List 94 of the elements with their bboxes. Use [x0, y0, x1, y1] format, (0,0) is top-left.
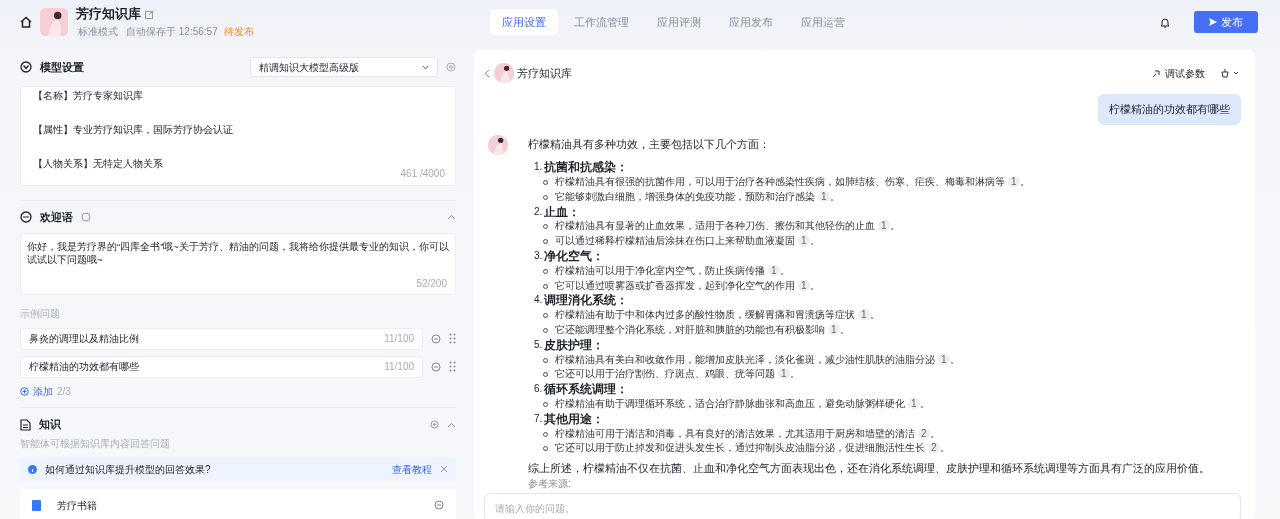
question-field[interactable]: 柠檬精油的功效都有哪些 11/100 [20, 355, 423, 378]
tab[interactable]: 应用运营 [789, 8, 857, 36]
citation-badge[interactable]: 1 [858, 309, 870, 321]
answer-point: 可以通过稀释柠檬精油后涂抹在伤口上来帮助血液凝固 1 。 [555, 234, 820, 249]
answer-point: 柠檬精油具有很强的抗菌作用，可以用于治疗各种感染性疾病，如肺结核、伤寒、疟疾、梅毒和淋病等 1 。 [555, 175, 1030, 190]
answer-point: 它还可以用于治疗割伤、疗斑点、鸡眼、疣等问题 1 。 [555, 367, 800, 382]
section-title: 欢迎语 [40, 209, 73, 225]
document-icon [20, 418, 31, 431]
bell-icon[interactable] [1160, 16, 1170, 28]
debug-params-button[interactable]: 调试参数 [1152, 65, 1205, 81]
close-icon[interactable] [440, 465, 448, 473]
answer-point: 柠檬精油具有美白和收敛作用，能增加皮肤光泽，淡化雀斑，减少油性肌肤的油脂分泌 1 。 [555, 352, 960, 367]
user-message: 柠檬精油的功效都有哪些 [1098, 94, 1241, 125]
collapse-icon[interactable] [447, 214, 456, 220]
autosave-label: 自动保存于 12:56:57 [124, 23, 220, 39]
citation-badge[interactable]: 1 [1008, 176, 1020, 188]
caret-icon [422, 64, 429, 70]
section-description: 智能体可根据知识库内容回答问题 [20, 436, 170, 451]
status-label: 待发布 [223, 24, 254, 39]
list-number: 7. [534, 411, 543, 426]
publish-button[interactable]: 发布 [1194, 11, 1258, 33]
answer-heading: 止血： [544, 204, 581, 220]
answer-heading: 其他用途： [544, 411, 605, 427]
citation-badge[interactable]: 1 [878, 220, 890, 232]
edit-icon[interactable] [145, 10, 154, 19]
question-count: 2/3 [57, 384, 71, 399]
answer-heading: 净化空气： [544, 249, 605, 264]
citation-badge[interactable]: 2 [928, 442, 940, 454]
info-icon [28, 464, 37, 474]
answer-point: 它还可以用于防止掉发和促进头发生长，通过抑制头皮油脂分泌，促进细胞活性生长 2 。 [555, 441, 950, 456]
answer-heading: 循环系统调理： [544, 382, 629, 398]
list-number: 1. [534, 160, 543, 175]
model-icon [20, 61, 32, 73]
answer-point: 它能够刺激白细胞，增强身体的免疫功能，预防和治疗感染 1 。 [555, 189, 840, 204]
drag-handle-icon[interactable] [449, 333, 456, 344]
citation-badge[interactable]: 1 [818, 190, 830, 202]
settings-icon[interactable] [446, 62, 456, 72]
answer-point: 柠檬精油具有显著的止血效果，适用于各种刀伤、擦伤和其他轻伤的止血 1 。 [555, 219, 900, 234]
citation-badge[interactable]: 1 [798, 235, 810, 247]
answer-heading: 抗菌和抗感染： [544, 160, 629, 176]
tab[interactable]: 应用评测 [645, 8, 713, 36]
welcome-field[interactable]: 你好，我是芳疗界的“四库全书”哦~关于芳疗、精油的问题，我将给你提供最专业的知识，你可以试试以下问题哦~ 52/200 [20, 233, 456, 295]
list-number: 6. [534, 382, 543, 397]
section-title: 知识 [39, 417, 61, 433]
file-icon [32, 499, 41, 511]
question-field[interactable]: 鼻炎的调理以及精油比例 11/100 [20, 327, 423, 350]
citation-badge[interactable]: 1 [828, 324, 840, 336]
collapse-icon[interactable] [447, 421, 456, 428]
answer-heading: 皮肤护理： [544, 337, 605, 353]
citation-badge[interactable]: 2 [918, 427, 930, 439]
prompt-field[interactable]: 【名称】芳疗专家知识库 【属性】专业芳疗知识库，国际芳疗协会认证 【人物关系】无特定人物关系 461 /4000 [20, 86, 456, 186]
mode-label: 标准模式 [76, 23, 120, 39]
citation-badge[interactable]: 1 [938, 353, 950, 365]
help-icon[interactable] [81, 212, 91, 222]
citation-badge[interactable]: 1 [768, 264, 780, 276]
remove-icon[interactable] [434, 500, 444, 510]
tab[interactable]: 应用发布 [717, 8, 785, 36]
answer-heading: 调理消化系统： [544, 293, 629, 309]
field-label: 示例问题 [20, 307, 60, 321]
drag-handle-icon[interactable] [449, 361, 456, 372]
chat-title: 芳疗知识库 [517, 65, 572, 81]
back-icon[interactable] [484, 68, 490, 78]
add-link[interactable]: 添加 [33, 383, 53, 399]
add-icon[interactable] [20, 386, 29, 396]
link-icon [1152, 68, 1161, 78]
answer-point: 柠檬精油有助于调理循环系统，适合治疗静脉曲张和高血压，避免动脉粥样硬化 1 。 [555, 397, 930, 412]
answer-intro: 柠檬精油具有多种功效，主要包括以下几个方面： [528, 136, 770, 152]
citation-badge[interactable]: 1 [798, 279, 810, 291]
tab[interactable]: 工作流管理 [562, 8, 641, 36]
list-number: 5. [534, 337, 543, 352]
list-number: 4. [534, 293, 543, 308]
remove-icon[interactable] [431, 361, 441, 372]
app-title: 芳疗知识库 [76, 6, 141, 24]
remove-icon[interactable] [431, 333, 441, 344]
references-label: 参考来源: [528, 478, 571, 491]
answer-point: 柠檬精油可以用于净化室内空气，防止疾病传播 1 。 [555, 263, 790, 278]
answer-point: 柠檬精油可用于清洁和消毒，具有良好的清洁效果，尤其适用于厨房和墙壁的清洁 2 。 [555, 426, 940, 441]
list-number: 3. [534, 249, 543, 264]
home-icon[interactable] [20, 16, 32, 28]
citation-badge[interactable]: 1 [908, 398, 920, 410]
tutorial-link[interactable]: 查看教程 [392, 461, 432, 477]
answer-point: 它可以通过喷雾器或扩香器挥发，起到净化空气的作用 1 。 [555, 278, 820, 293]
send-icon [1209, 18, 1217, 26]
knowledge-item[interactable]: 芳疗书籍 [20, 489, 456, 519]
section-title: 模型设置 [40, 59, 84, 75]
tab[interactable]: 应用设置 [490, 8, 558, 36]
answer-point: 它还能调理整个消化系统，对肝脏和胰脏的功能也有积极影响 1 。 [555, 323, 850, 338]
citation-badge[interactable]: 1 [778, 368, 790, 380]
tip-text: 如何通过知识库提升模型的回答效果? [45, 462, 211, 477]
answer-point: 柠檬精油有助于中和体内过多的酸性物质，缓解胃痛和胃溃疡等症状 1 。 [555, 308, 880, 323]
answer-summary: 综上所述，柠檬精油不仅在抗菌、止血和净化空气方面表现出色，还在消化系统调理、皮肤护理和循环系统调理等方面具有广泛的应用价值。 [528, 461, 1210, 477]
model-select[interactable]: 精调知识大模型高级版 [250, 57, 438, 77]
settings-icon[interactable] [430, 420, 439, 429]
list-number: 2. [534, 204, 543, 219]
